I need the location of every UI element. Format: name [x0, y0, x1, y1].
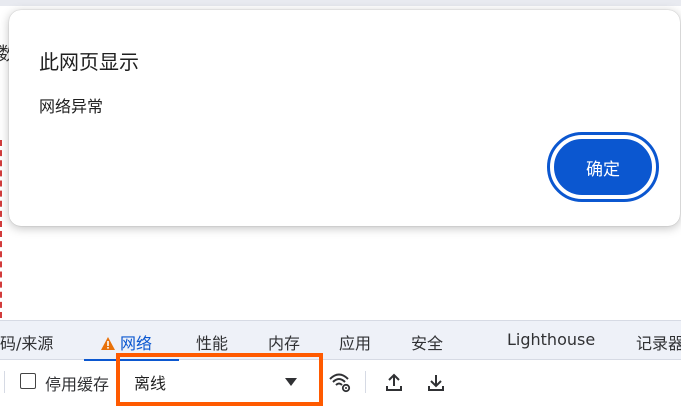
- tab-memory[interactable]: 内存: [268, 330, 300, 354]
- dialog-title: 此网页显示: [39, 50, 139, 74]
- network-conditions-icon[interactable]: [328, 370, 352, 394]
- devtools-tab-bar: 码/来源 网络 性能 内存 应用 安全 Lighthouse 记录器: [0, 320, 681, 361]
- chevron-down-icon: [285, 372, 297, 391]
- page-top-strip: [0, 0, 681, 6]
- tab-application[interactable]: 应用: [339, 330, 371, 354]
- network-toolbar: 停用缓存 离线: [0, 353, 681, 407]
- toolbar-divider: [365, 371, 366, 393]
- warning-icon: [100, 336, 116, 355]
- tab-lighthouse[interactable]: Lighthouse: [507, 330, 595, 349]
- tab-performance[interactable]: 性能: [196, 330, 228, 354]
- ok-button[interactable]: 确定: [547, 132, 659, 202]
- disable-cache-checkbox[interactable]: [20, 373, 36, 389]
- disable-cache-label[interactable]: 停用缓存: [45, 371, 109, 395]
- toolbar-divider: [4, 371, 5, 393]
- export-har-icon[interactable]: [424, 370, 448, 394]
- tab-recorder[interactable]: 记录器: [636, 330, 681, 354]
- alert-dialog: 此网页显示 网络异常 确定: [9, 10, 680, 226]
- throttling-select[interactable]: 离线: [116, 353, 323, 406]
- throttling-value: 离线: [134, 374, 167, 393]
- import-har-icon[interactable]: [382, 370, 406, 394]
- element-highlight-border: [0, 140, 2, 318]
- tab-security[interactable]: 安全: [411, 330, 443, 354]
- tab-network[interactable]: 网络: [100, 330, 152, 355]
- tab-sources[interactable]: 码/来源: [0, 330, 53, 354]
- tab-network-label: 网络: [120, 334, 153, 353]
- dialog-message: 网络异常: [39, 97, 104, 116]
